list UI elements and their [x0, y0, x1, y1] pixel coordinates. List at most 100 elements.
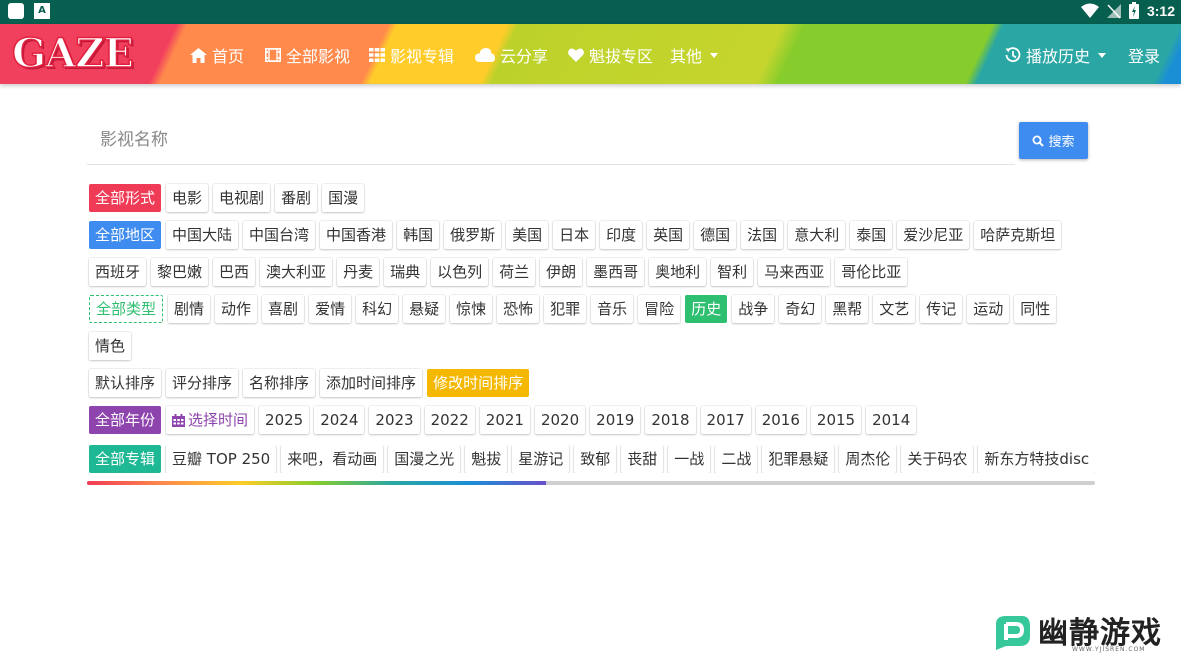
- region-tag[interactable]: 西班牙: [89, 258, 147, 286]
- form-tag[interactable]: 电视剧: [213, 184, 271, 212]
- genre-tag[interactable]: 黑帮: [826, 295, 869, 323]
- search-input[interactable]: [87, 118, 1015, 162]
- form-tag[interactable]: 全部形式: [89, 184, 162, 212]
- year-tag[interactable]: 2023: [369, 406, 420, 434]
- region-tag[interactable]: 德国: [694, 221, 737, 249]
- region-tag[interactable]: 英国: [647, 221, 690, 249]
- region-tag[interactable]: 中国大陆: [166, 221, 239, 249]
- genre-tag[interactable]: 文艺: [873, 295, 916, 323]
- region-tag[interactable]: 瑞典: [384, 258, 427, 286]
- nav-cloud-share[interactable]: 云分享: [475, 43, 548, 67]
- login-link[interactable]: 登录: [1128, 43, 1160, 67]
- album-tag[interactable]: 魁拔: [465, 445, 508, 473]
- album-tag[interactable]: 二战: [715, 445, 758, 473]
- site-logo[interactable]: GAZE: [11, 29, 134, 78]
- sort-tag-selected[interactable]: 修改时间排序: [427, 369, 530, 397]
- scroll-bar-thumb[interactable]: [87, 481, 546, 485]
- genre-tag-selected[interactable]: 历史: [685, 295, 728, 323]
- year-tag[interactable]: 2017: [700, 406, 751, 434]
- genre-tag[interactable]: 恐怖: [497, 295, 540, 323]
- genre-tag[interactable]: 音乐: [591, 295, 634, 323]
- year-tag[interactable]: 2015: [810, 406, 862, 434]
- nav-other-dropdown[interactable]: 其他: [670, 43, 719, 67]
- genre-tag[interactable]: 情色: [89, 332, 132, 360]
- album-tag[interactable]: 新东方特技disc: [978, 445, 1095, 473]
- region-tag[interactable]: 爱沙尼亚: [897, 221, 970, 249]
- album-tag[interactable]: 来吧，看动画: [281, 445, 384, 473]
- region-tag[interactable]: 全部地区: [89, 221, 162, 249]
- genre-tag[interactable]: 悬疑: [403, 295, 446, 323]
- region-tag[interactable]: 智利: [711, 258, 754, 286]
- region-tag[interactable]: 日本: [553, 221, 596, 249]
- genre-tag[interactable]: 爱情: [309, 295, 352, 323]
- region-tag[interactable]: 中国台湾: [243, 221, 316, 249]
- nav-home[interactable]: 首页: [190, 43, 244, 67]
- region-tag[interactable]: 马来西亚: [758, 258, 831, 286]
- region-tag[interactable]: 伊朗: [540, 258, 583, 286]
- year-tag[interactable]: 2022: [424, 406, 475, 434]
- genre-tag[interactable]: 动作: [215, 295, 258, 323]
- region-tag[interactable]: 印度: [600, 221, 643, 249]
- region-tag[interactable]: 哈萨克斯坦: [974, 221, 1062, 249]
- region-tag[interactable]: 丹麦: [337, 258, 380, 286]
- search-button[interactable]: 搜索: [1019, 122, 1088, 159]
- year-tag[interactable]: 全部年份: [89, 406, 162, 434]
- genre-tag[interactable]: 惊悚: [450, 295, 493, 323]
- genre-tag[interactable]: 全部类型: [89, 295, 164, 323]
- year-tag[interactable]: 2018: [645, 406, 696, 434]
- region-tag[interactable]: 黎巴嫩: [151, 258, 209, 286]
- genre-tag[interactable]: 运动: [967, 295, 1010, 323]
- region-tag[interactable]: 韩国: [397, 221, 440, 249]
- region-tag[interactable]: 泰国: [850, 221, 893, 249]
- genre-tag[interactable]: 犯罪: [544, 295, 587, 323]
- nav-kuiba[interactable]: 魁拔专区: [568, 43, 653, 67]
- year-tag[interactable]: 2024: [314, 406, 365, 434]
- region-tag[interactable]: 法国: [741, 221, 784, 249]
- year-tag[interactable]: 2025: [259, 406, 310, 434]
- sort-tag[interactable]: 评分排序: [166, 369, 239, 397]
- genre-tag[interactable]: 奇幻: [779, 295, 822, 323]
- genre-tag[interactable]: 传记: [920, 295, 963, 323]
- album-tag[interactable]: 致郁: [574, 445, 617, 473]
- genre-tag[interactable]: 冒险: [638, 295, 681, 323]
- genre-tag[interactable]: 科幻: [356, 295, 399, 323]
- region-tag[interactable]: 俄罗斯: [444, 221, 502, 249]
- album-tag[interactable]: 全部专辑: [89, 445, 162, 473]
- region-tag[interactable]: 以色列: [431, 258, 489, 286]
- album-tag[interactable]: 丧甜: [621, 445, 664, 473]
- album-tag[interactable]: 一战: [668, 445, 711, 473]
- form-tag[interactable]: 番剧: [275, 184, 318, 212]
- region-tag[interactable]: 澳大利亚: [260, 258, 333, 286]
- album-tag[interactable]: 豆瓣 TOP 250: [166, 445, 277, 473]
- region-tag[interactable]: 巴西: [213, 258, 256, 286]
- genre-tag[interactable]: 同性: [1014, 295, 1057, 323]
- region-tag[interactable]: 墨西哥: [587, 258, 645, 286]
- genre-tag[interactable]: 剧情: [168, 295, 211, 323]
- year-tag[interactable]: 2021: [479, 406, 530, 434]
- genre-tag[interactable]: 喜剧: [262, 295, 305, 323]
- region-tag[interactable]: 意大利: [788, 221, 846, 249]
- nav-albums[interactable]: 影视专辑: [369, 43, 454, 67]
- select-time-button[interactable]: 选择时间: [166, 406, 255, 434]
- sort-tag[interactable]: 名称排序: [243, 369, 316, 397]
- album-tag[interactable]: 国漫之光: [388, 445, 461, 473]
- form-tag[interactable]: 电影: [166, 184, 209, 212]
- region-tag[interactable]: 哥伦比亚: [835, 258, 908, 286]
- album-scroll-bar[interactable]: [87, 481, 1095, 485]
- year-tag[interactable]: 2020: [534, 406, 586, 434]
- form-tag[interactable]: 国漫: [322, 184, 365, 212]
- region-tag[interactable]: 中国香港: [320, 221, 393, 249]
- region-tag[interactable]: 美国: [506, 221, 549, 249]
- sort-tag[interactable]: 添加时间排序: [320, 369, 423, 397]
- genre-tag[interactable]: 战争: [732, 295, 775, 323]
- region-tag[interactable]: 奥地利: [649, 258, 707, 286]
- nav-all-videos[interactable]: 全部影视: [265, 43, 350, 67]
- album-tag[interactable]: 犯罪悬疑: [762, 445, 835, 473]
- year-tag[interactable]: 2019: [590, 406, 641, 434]
- nav-history-dropdown[interactable]: 播放历史: [1005, 43, 1107, 67]
- album-tag[interactable]: 周杰伦: [839, 445, 897, 473]
- region-tag[interactable]: 荷兰: [493, 258, 536, 286]
- album-tag[interactable]: 关于码农: [901, 445, 974, 473]
- year-tag[interactable]: 2016: [755, 406, 806, 434]
- sort-tag[interactable]: 默认排序: [89, 369, 162, 397]
